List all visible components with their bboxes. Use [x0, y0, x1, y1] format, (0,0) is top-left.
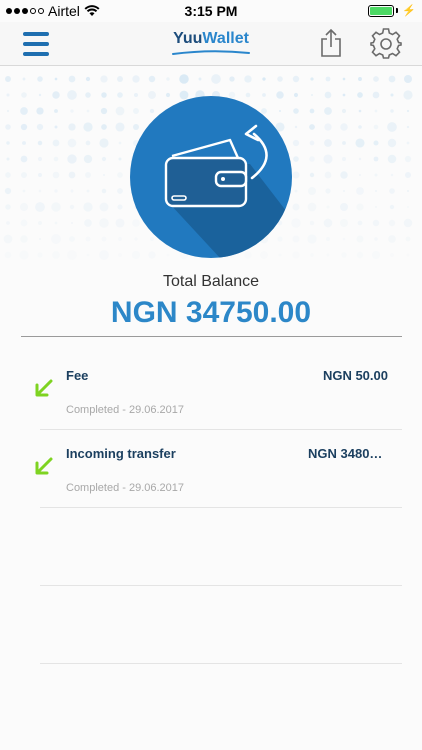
- transaction-status: Completed - 29.06.2017: [66, 482, 185, 494]
- balance-divider: [21, 336, 402, 337]
- app-logo: YuuWallet: [173, 30, 249, 47]
- transaction-status: Completed - 29.06.2017: [66, 404, 185, 416]
- share-icon: [321, 28, 341, 57]
- transaction-row[interactable]: Fee NGN 50.00 Completed - 29.06.2017: [0, 352, 422, 430]
- settings-button[interactable]: [370, 28, 402, 60]
- transaction-name: Fee: [66, 368, 89, 383]
- status-time: 3:15 PM: [184, 3, 238, 19]
- total-balance-label: Total Balance: [162, 273, 260, 290]
- row-separator: [40, 663, 402, 664]
- battery-indicator: ⚡: [368, 4, 416, 17]
- wallet-icon: [130, 96, 292, 258]
- share-button[interactable]: [320, 28, 342, 58]
- incoming-arrow-icon: [35, 379, 53, 397]
- status-bar: Airtel 3:15 PM ⚡: [0, 0, 422, 22]
- transaction-amount: NGN 34800.00: [308, 446, 388, 461]
- incoming-arrow-icon: [35, 457, 53, 475]
- battery-icon: [368, 4, 395, 17]
- total-balance-amount: NGN 34750.00: [110, 296, 312, 329]
- transaction-list: Fee NGN 50.00 Completed - 29.06.2017 Inc…: [0, 352, 422, 664]
- transaction-row[interactable]: Incoming transfer NGN 34800.00 Completed…: [0, 430, 422, 508]
- transaction-amount: NGN 50.00: [322, 368, 388, 383]
- transaction-name: Incoming transfer: [66, 446, 176, 461]
- charging-icon: ⚡: [402, 5, 416, 17]
- nav-bar: YuuWallet: [0, 22, 422, 66]
- logo-swoosh-icon: [172, 50, 250, 55]
- empty-list-row: [0, 586, 422, 664]
- empty-list-row: [0, 508, 422, 586]
- gear-icon: [370, 28, 402, 59]
